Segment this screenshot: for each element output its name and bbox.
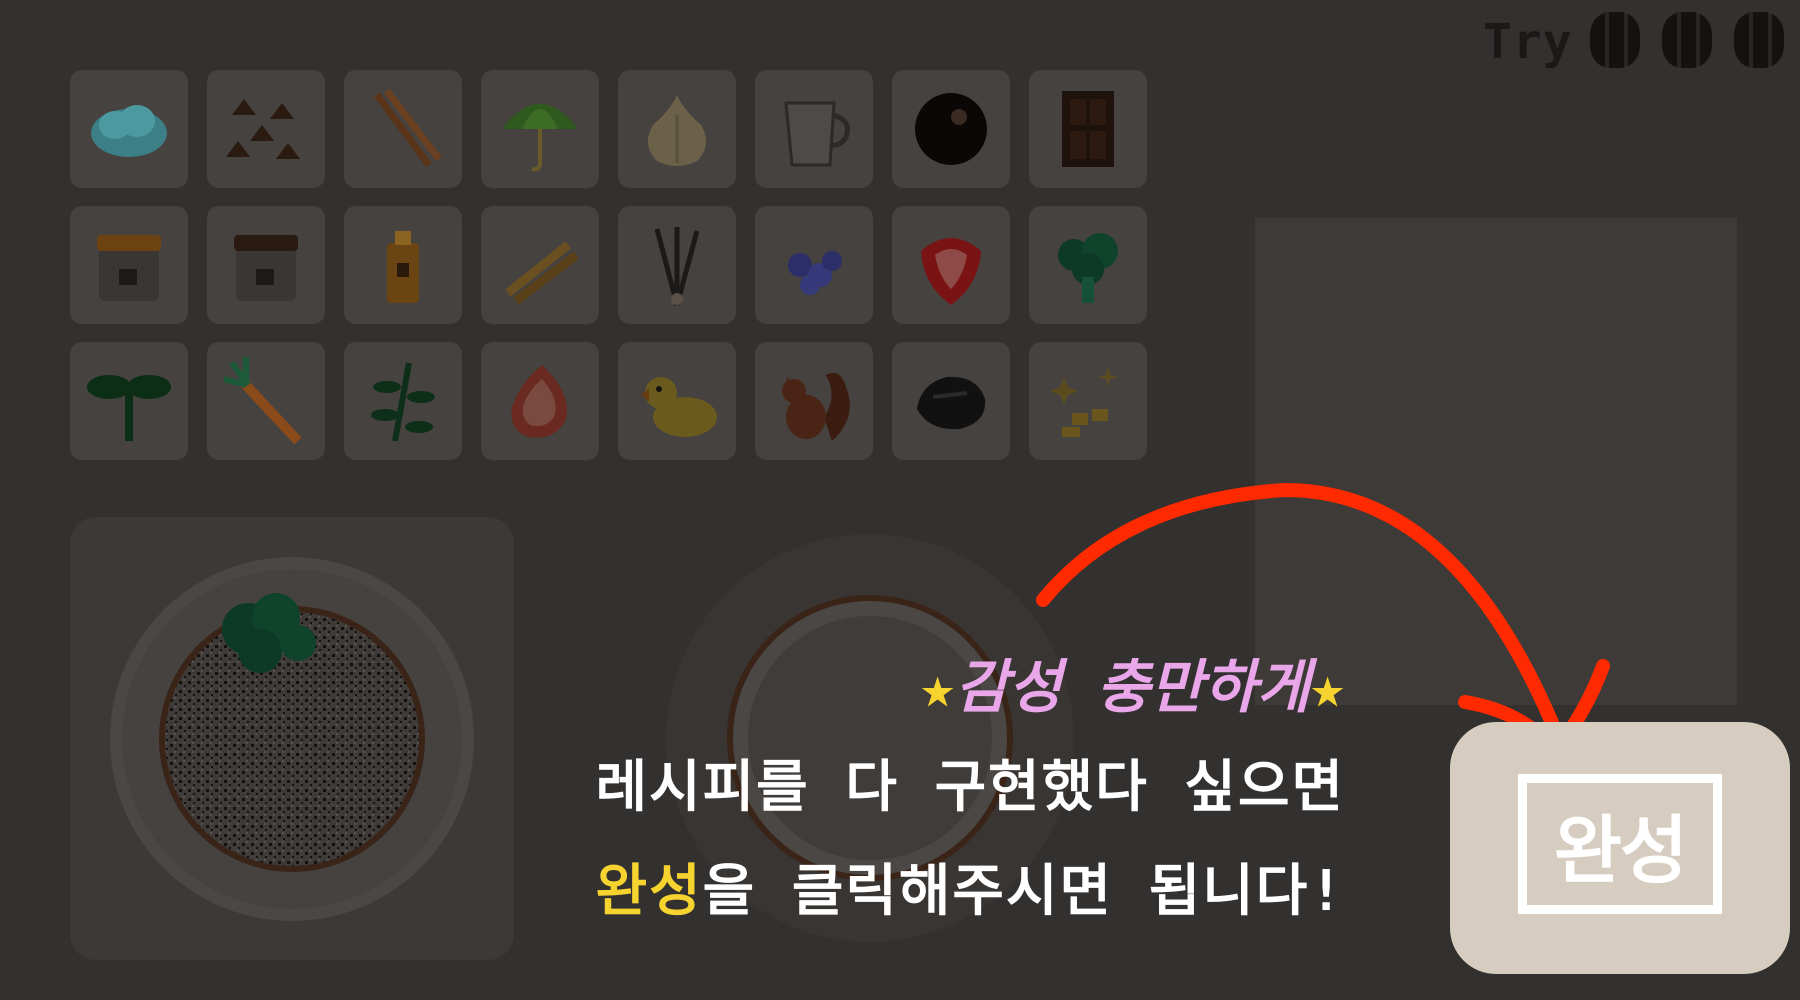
ingredient-grid — [70, 70, 1147, 460]
ingredient-slot-squirrel[interactable] — [755, 342, 873, 460]
cinnamon-sticks-icon — [374, 88, 442, 168]
ingredient-slot-rubber-duck[interactable] — [618, 342, 736, 460]
chocolate-chips-icon — [226, 99, 300, 159]
jar-dark-icon — [234, 235, 298, 301]
ingredient-slot-strawberry[interactable] — [892, 206, 1010, 324]
carrot-icon — [223, 357, 302, 445]
ingredient-slot-carrot[interactable] — [207, 342, 325, 460]
chocolate-bar-icon — [1062, 91, 1114, 167]
strawberry-icon — [921, 238, 981, 305]
ingredient-slot-syrup-bottle[interactable] — [344, 206, 462, 324]
tutorial-caption-line-2: 레시피를 다 구현했다 싶으면 — [595, 755, 1345, 820]
ingredient-slot-biscuit-sticks[interactable] — [481, 206, 599, 324]
garlic-icon — [647, 95, 707, 166]
ingredient-slot-garlic[interactable] — [618, 70, 736, 188]
try-token-icon — [1662, 12, 1712, 68]
dish-preview — [70, 517, 514, 960]
done-button-label: 완성 — [1553, 807, 1688, 894]
tutorial-highlight: 완성 — [595, 859, 703, 924]
tutorial-line-3-text: 을 클릭해주시면 됩니다! — [702, 859, 1345, 924]
ingredient-slot-vanilla-sprigs[interactable] — [618, 206, 736, 324]
dark-rock-icon — [917, 376, 986, 430]
tries-indicator — [1590, 12, 1784, 68]
rubber-duck-icon — [641, 377, 717, 437]
star-icon: ★ — [1310, 653, 1345, 721]
ingredient-slot-dark-rock[interactable] — [892, 342, 1010, 460]
ingredient-slot-sprout[interactable] — [70, 342, 188, 460]
ingredient-slot-cinnamon-sticks[interactable] — [344, 70, 462, 188]
try-token-icon — [1590, 12, 1640, 68]
tutorial-caption-line-1: ★감성 충만하게★ — [920, 640, 1345, 724]
ingredient-slot-blueberries[interactable] — [755, 206, 873, 324]
ingredient-slot-chocolate-bar[interactable] — [1029, 70, 1147, 188]
try-label: Try — [1483, 14, 1573, 70]
ingredient-slot-jar-dark[interactable] — [207, 206, 325, 324]
sprout-icon — [87, 375, 171, 441]
squirrel-icon — [782, 372, 850, 441]
star-icon: ★ — [920, 653, 955, 721]
jar-brown-icon — [97, 235, 161, 301]
dark-ball-icon — [915, 93, 987, 165]
milk-pitcher-icon — [784, 101, 850, 167]
done-button[interactable]: 완성 — [1450, 722, 1790, 974]
tutorial-caption-line-3: 완성을 클릭해주시면 됩니다! — [596, 846, 1345, 927]
blueberries-icon — [788, 251, 842, 295]
blue-cloud-icon — [91, 105, 167, 157]
green-umbrella-icon — [502, 104, 578, 172]
ingredient-slot-blue-cloud[interactable] — [70, 70, 188, 188]
ingredient-slot-broccoli[interactable] — [1029, 206, 1147, 324]
herb-branch-icon — [371, 362, 435, 442]
dish-icon — [110, 557, 474, 921]
ingredient-slot-jar-brown[interactable] — [70, 206, 188, 324]
ingredient-slot-green-umbrella[interactable] — [481, 70, 599, 188]
done-button-frame: 완성 — [1518, 774, 1722, 914]
vanilla-sprigs-icon — [654, 227, 700, 306]
try-token-icon — [1734, 12, 1784, 68]
ingredient-slot-ham[interactable] — [481, 342, 599, 460]
biscuit-sticks-icon — [505, 241, 579, 305]
ingredient-slot-herb-branch[interactable] — [344, 342, 462, 460]
ingredient-slot-chocolate-chips[interactable] — [207, 70, 325, 188]
syrup-bottle-icon — [387, 231, 419, 303]
ingredient-slot-dark-ball[interactable] — [892, 70, 1010, 188]
broccoli-icon — [1058, 233, 1118, 303]
ham-icon — [511, 365, 567, 438]
ingredient-slot-milk-pitcher[interactable] — [755, 70, 873, 188]
tutorial-line-1-text: 감성 충만하게 — [954, 653, 1311, 721]
gold-sparkles-icon — [1050, 367, 1118, 437]
ingredient-slot-gold-sparkles[interactable] — [1029, 342, 1147, 460]
